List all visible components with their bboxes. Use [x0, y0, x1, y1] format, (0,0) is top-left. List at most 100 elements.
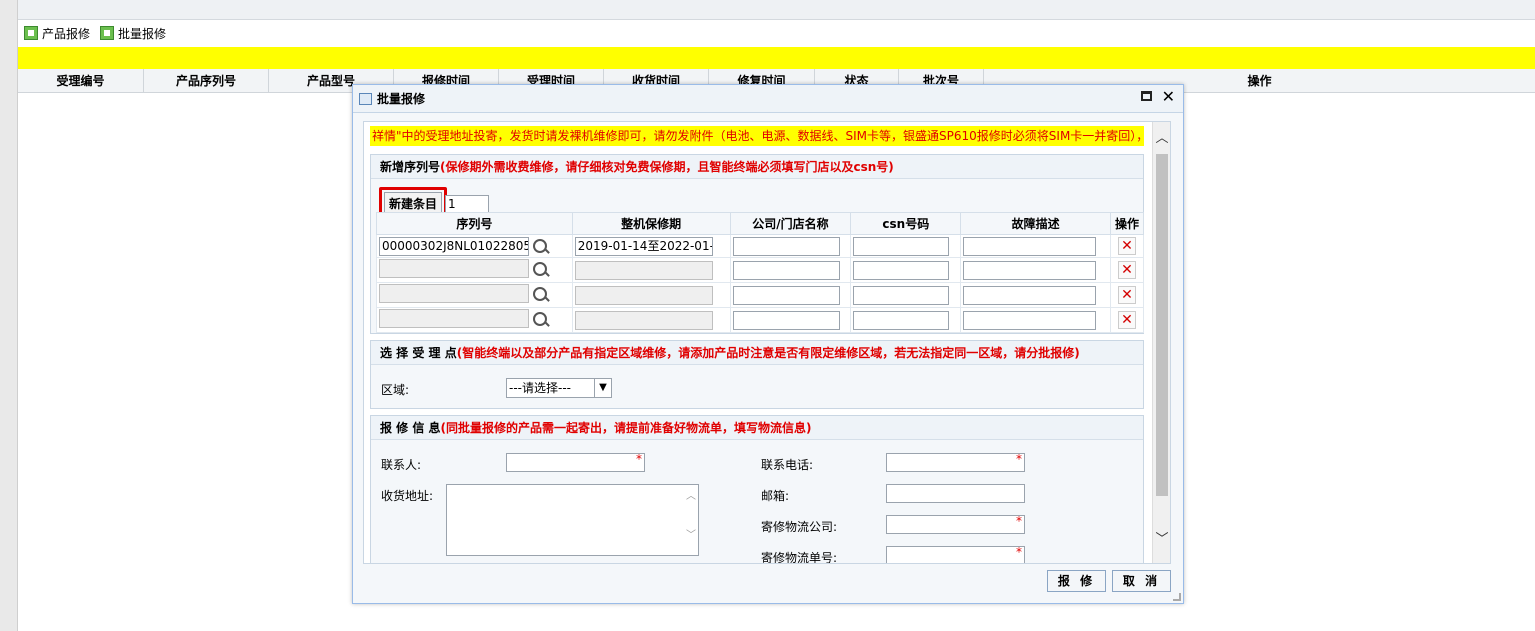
required-mark: * [1016, 545, 1022, 559]
th-serial: 序列号 [376, 212, 573, 235]
service-point-section: 选 择 受 理 点(智能终端以及部分产品有指定区域维修，请添加产品时注意是否有限… [370, 340, 1144, 409]
phone-label: 联系电话: [761, 458, 814, 472]
required-mark: * [636, 452, 642, 466]
fault-input[interactable] [963, 285, 1097, 305]
warranty-input[interactable] [574, 285, 713, 305]
store-input[interactable] [732, 310, 840, 330]
batch-repair-label: 批量报修 [118, 26, 167, 41]
search-icon[interactable] [533, 261, 547, 276]
repair-info-title: 报 修 信 息 [380, 421, 441, 435]
csn-input[interactable] [853, 260, 950, 280]
search-icon[interactable] [533, 286, 547, 301]
contact-label: 联系人: [381, 458, 422, 472]
delete-icon[interactable]: ✕ [1118, 286, 1137, 304]
batch-repair-dialog: 批量报修 ✕ 祥情"中的受理地址投寄，发货时请发裸机维修即可，请勿发附件（电池、… [352, 84, 1184, 604]
region-select[interactable]: ---请选择--- ▼ [506, 378, 612, 398]
fault-input[interactable] [963, 236, 1097, 256]
toolbar: 产品报修 批量报修 [18, 20, 1535, 46]
serial-input[interactable] [379, 309, 529, 328]
search-icon[interactable] [533, 311, 547, 326]
service-point-header: 选 择 受 理 点(智能终端以及部分产品有指定区域维修，请添加产品时注意是否有限… [371, 341, 1143, 365]
store-input[interactable] [732, 236, 840, 256]
search-icon[interactable] [533, 239, 547, 253]
close-icon[interactable]: ✕ [1162, 89, 1175, 105]
delete-icon[interactable]: ✕ [1118, 237, 1137, 255]
serial-section-title: 新增序列号 [380, 160, 441, 174]
item-count-input[interactable]: 1 [445, 194, 490, 213]
store-input[interactable] [732, 260, 840, 280]
logistics-no-label: 寄修物流单号: [761, 551, 838, 564]
th-warranty: 整机保修期 [571, 212, 731, 235]
serial-section-header: 新增序列号(保修期外需收费维修，请仔细核对免费保修期，且智能终端必须填写门店以及… [371, 155, 1143, 179]
store-input[interactable] [732, 285, 840, 305]
fault-input[interactable] [963, 260, 1097, 280]
csn-input[interactable] [853, 236, 950, 256]
chevron-up-icon[interactable]: ︿ [1155, 132, 1169, 146]
required-mark: * [1016, 452, 1022, 466]
serial-input[interactable]: 00000302J8NL01022805 [379, 236, 529, 256]
table-row: ✕ [376, 307, 1144, 333]
serial-table: 序列号 整机保修期 公司/门店名称 csn号码 故障描述 操作 00000302… [376, 212, 1144, 333]
chevron-down-icon: ﹀ [686, 530, 696, 541]
col-accept-no[interactable]: 受理编号 [18, 69, 144, 92]
table-icon [359, 92, 372, 105]
phone-input[interactable]: * [886, 452, 1025, 472]
warranty-input[interactable]: 2019-01-14至2022-01-14 [574, 236, 713, 256]
address-label: 收货地址: [381, 489, 434, 503]
table-row: 00000302J8NL01022805 2019-01-14至2022-01-… [376, 234, 1144, 258]
maximize-icon[interactable] [1140, 91, 1152, 101]
email-input[interactable] [886, 484, 1025, 503]
service-point-note: (智能终端以及部分产品有指定区域维修，请添加产品时注意是否有限定维修区域，若无法… [456, 346, 1080, 360]
resize-grip-icon[interactable] [1173, 593, 1181, 601]
region-select-value: ---请选择--- [509, 381, 571, 395]
table-row: ✕ [376, 282, 1144, 308]
dialog-title: 批量报修 [377, 92, 426, 106]
single-repair-button[interactable]: 产品报修 [24, 25, 90, 42]
dialog-body: 祥情"中的受理地址投寄，发货时请发裸机维修即可，请勿发附件（电池、电源、数据线、… [363, 121, 1171, 564]
add-icon [24, 26, 38, 40]
scrollbar-thumb[interactable] [1156, 154, 1168, 496]
contact-input[interactable]: * [506, 452, 645, 472]
repair-info-header: 报 修 信 息(同批量报修的产品需一起寄出，请提前准备好物流单，填写物流信息) [371, 416, 1143, 440]
warranty-input[interactable] [574, 310, 713, 330]
address-textarea[interactable]: ︿ ﹀ [446, 484, 699, 556]
required-mark: * [1016, 514, 1022, 528]
fault-input[interactable] [963, 310, 1097, 330]
batch-repair-button[interactable]: 批量报修 [100, 25, 166, 42]
left-sidebar [0, 0, 18, 631]
serial-input[interactable] [379, 259, 529, 278]
email-label: 邮箱: [761, 489, 790, 503]
csn-input[interactable] [853, 310, 950, 330]
warranty-input[interactable] [574, 260, 713, 280]
cancel-button[interactable]: 取 消 [1112, 570, 1171, 592]
top-strip [18, 0, 1535, 20]
delete-icon[interactable]: ✕ [1118, 311, 1137, 329]
logistics-company-input[interactable]: * [886, 514, 1025, 534]
logistics-no-input[interactable]: * [886, 545, 1025, 563]
th-csn: csn号码 [850, 212, 962, 235]
th-fault: 故障描述 [960, 212, 1112, 235]
yellow-banner [18, 47, 1535, 69]
chevron-down-icon: ▼ [594, 379, 611, 397]
add-icon [100, 26, 115, 40]
notice-banner: 祥情"中的受理地址投寄，发货时请发裸机维修即可，请勿发附件（电池、电源、数据线、… [370, 126, 1144, 146]
dialog-scrollbar[interactable]: ︿ ﹀ [1152, 122, 1170, 563]
serial-input[interactable] [379, 284, 529, 303]
logistics-company-label: 寄修物流公司: [761, 520, 838, 534]
repair-info-section: 报 修 信 息(同批量报修的产品需一起寄出，请提前准备好物流单，填写物流信息) … [370, 415, 1144, 564]
csn-input[interactable] [853, 285, 950, 305]
th-store: 公司/门店名称 [729, 212, 852, 235]
chevron-down-icon[interactable]: ﹀ [1155, 533, 1169, 547]
dialog-title-bar[interactable]: 批量报修 ✕ [353, 85, 1183, 113]
col-serial[interactable]: 产品序列号 [144, 69, 269, 92]
chevron-up-icon: ︿ [686, 491, 696, 502]
th-action: 操作 [1110, 212, 1144, 235]
submit-repair-button[interactable]: 报 修 [1047, 570, 1106, 592]
serial-section: 新增序列号(保修期外需收费维修，请仔细核对免费保修期，且智能终端必须填写门店以及… [370, 154, 1144, 334]
repair-info-note: (同批量报修的产品需一起寄出，请提前准备好物流单，填写物流信息) [440, 421, 812, 435]
service-point-title: 选 择 受 理 点 [380, 346, 457, 360]
table-row: ✕ [376, 257, 1144, 283]
delete-icon[interactable]: ✕ [1118, 261, 1137, 279]
region-label: 区域: [381, 383, 410, 397]
serial-section-note: (保修期外需收费维修，请仔细核对免费保修期，且智能终端必须填写门店以及csn号) [440, 160, 894, 174]
